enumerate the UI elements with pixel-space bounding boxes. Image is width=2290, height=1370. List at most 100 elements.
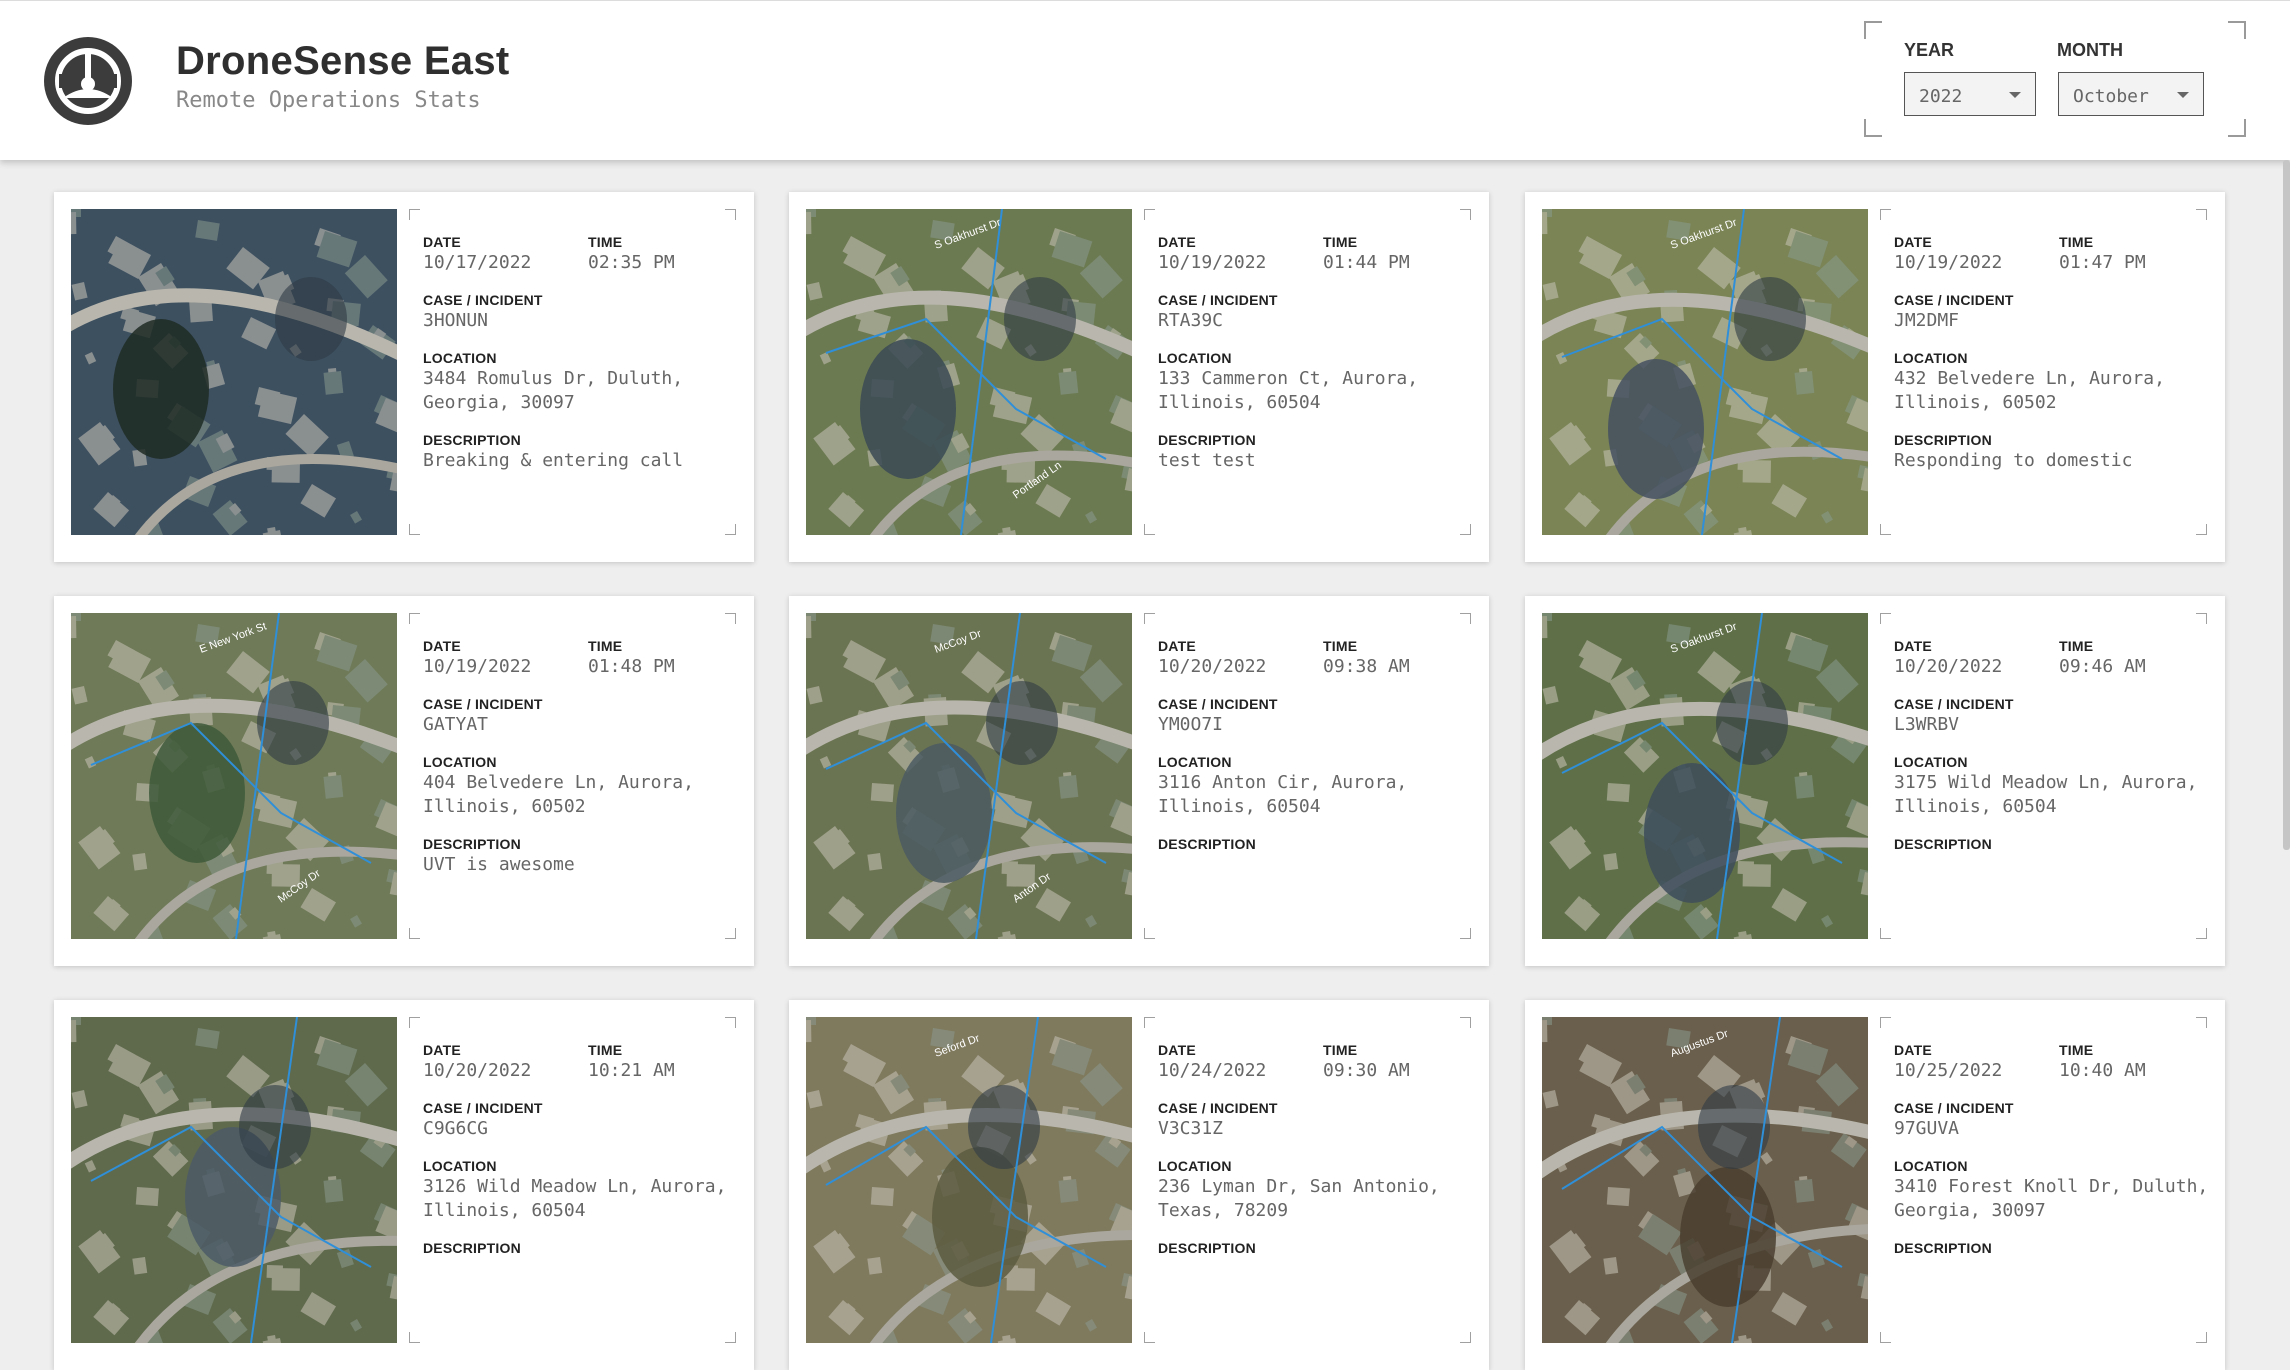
incident-date: 10/24/2022 (1158, 1060, 1267, 1081)
time-label: TIME (1323, 1042, 1358, 1058)
incident-time: 09:46 AM (2059, 656, 2146, 677)
location-label: LOCATION (1158, 754, 1232, 770)
aerial-map-thumbnail[interactable]: E New York St McCoy Dr (71, 613, 397, 939)
incident-time: 09:38 AM (1323, 656, 1410, 677)
case-label: CASE / INCIDENT (1158, 292, 1278, 308)
date-label: DATE (423, 638, 461, 654)
aerial-map-thumbnail[interactable]: S Oakhurst Dr (1542, 209, 1868, 535)
incident-card[interactable]: DATE TIME 10/17/2022 02:35 PM CASE / INC… (54, 192, 754, 562)
incident-date: 10/20/2022 (1158, 656, 1267, 677)
incident-location: 404 Belvedere Ln, Aurora, Illinois, 6050… (423, 772, 694, 817)
time-label: TIME (2059, 234, 2094, 250)
date-label: DATE (1158, 638, 1196, 654)
incident-card[interactable]: S Oakhurst Dr DATE TIME 10/19/2022 01:47… (1525, 192, 2225, 562)
incident-location: 432 Belvedere Ln, Aurora, Illinois, 6050… (1894, 368, 2165, 413)
case-label: CASE / INCIDENT (1894, 1100, 2014, 1116)
case-id: YM0O7I (1158, 714, 1224, 735)
location-label: LOCATION (1894, 754, 1968, 770)
aerial-map-thumbnail[interactable]: S Oakhurst Dr Portland Ln (806, 209, 1132, 535)
incident-description: Breaking & entering call (423, 450, 684, 471)
location-label: LOCATION (423, 350, 497, 366)
time-label: TIME (588, 234, 623, 250)
location-label: LOCATION (1894, 350, 1968, 366)
aerial-map-thumbnail[interactable] (71, 1017, 397, 1343)
case-id: JM2DMF (1894, 310, 1960, 331)
description-label: DESCRIPTION (423, 432, 521, 448)
incident-details: DATE TIME 10/20/2022 09:38 AM CASE / INC… (1144, 613, 1471, 939)
incident-date: 10/19/2022 (423, 656, 532, 677)
incident-time: 10:21 AM (588, 1060, 675, 1081)
incident-card[interactable]: Seford Dr DATE TIME 10/24/2022 09:30 AM … (789, 1000, 1489, 1370)
case-label: CASE / INCIDENT (423, 1100, 543, 1116)
time-label: TIME (2059, 638, 2094, 654)
location-label: LOCATION (1158, 1158, 1232, 1174)
incident-time: 01:47 PM (2059, 252, 2146, 273)
incident-card[interactable]: S Oakhurst Dr DATE TIME 10/20/2022 09:46… (1525, 596, 2225, 966)
case-id: C9G6CG (423, 1118, 489, 1139)
incident-date: 10/19/2022 (1158, 252, 1267, 273)
incident-time: 01:44 PM (1323, 252, 1410, 273)
date-label: DATE (1158, 234, 1196, 250)
year-select-value: 2022 (1919, 86, 1963, 107)
incident-date: 10/25/2022 (1894, 1060, 2003, 1081)
aerial-map-thumbnail[interactable]: Augustus Dr (1542, 1017, 1868, 1343)
incident-details: DATE TIME 10/20/2022 09:46 AM CASE / INC… (1880, 613, 2207, 939)
description-label: DESCRIPTION (1894, 1240, 1992, 1256)
incident-card[interactable]: Augustus Dr DATE TIME 10/25/2022 10:40 A… (1525, 1000, 2225, 1370)
description-label: DESCRIPTION (1158, 836, 1256, 852)
incident-details: DATE TIME 10/19/2022 01:48 PM CASE / INC… (409, 613, 736, 939)
app-title: DroneSense East (176, 39, 510, 83)
date-label: DATE (1894, 1042, 1932, 1058)
page-scrollbar[interactable] (2283, 160, 2290, 850)
incident-location: 236 Lyman Dr, San Antonio, Texas, 78209 (1158, 1176, 1440, 1221)
case-id: RTA39C (1158, 310, 1224, 331)
month-select[interactable]: October (2058, 72, 2204, 116)
incident-location: 3410 Forest Knoll Dr, Duluth, Georgia, 3… (1894, 1176, 2209, 1221)
incident-date: 10/20/2022 (1894, 656, 2003, 677)
case-label: CASE / INCIDENT (1158, 1100, 1278, 1116)
incident-location: 133 Cammeron Ct, Aurora, Illinois, 60504 (1158, 368, 1419, 413)
incident-location: 3484 Romulus Dr, Duluth, Georgia, 30097 (423, 368, 684, 413)
date-filter-panel: YEAR 2022 MONTH October (1864, 21, 2246, 137)
year-select[interactable]: 2022 (1904, 72, 2036, 116)
description-label: DESCRIPTION (1158, 1240, 1256, 1256)
aerial-map-thumbnail[interactable] (71, 209, 397, 535)
incident-details: DATE TIME 10/20/2022 10:21 AM CASE / INC… (409, 1017, 736, 1343)
description-label: DESCRIPTION (1894, 432, 1992, 448)
incident-date: 10/17/2022 (423, 252, 532, 273)
chevron-down-icon (2009, 92, 2021, 98)
incident-location: 3175 Wild Meadow Ln, Aurora, Illinois, 6… (1894, 772, 2198, 817)
time-label: TIME (588, 1042, 623, 1058)
aerial-map-thumbnail[interactable]: McCoy Dr Anton Dr (806, 613, 1132, 939)
month-select-value: October (2073, 86, 2149, 107)
date-label: DATE (1158, 1042, 1196, 1058)
date-label: DATE (1894, 638, 1932, 654)
incident-time: 01:48 PM (588, 656, 675, 677)
incident-description: Responding to domestic (1894, 450, 2133, 471)
app-subtitle: Remote Operations Stats (176, 88, 481, 113)
date-label: DATE (423, 234, 461, 250)
dronesense-logo-icon (44, 37, 132, 125)
chevron-down-icon (2177, 92, 2189, 98)
incident-location: 3116 Anton Cir, Aurora, Illinois, 60504 (1158, 772, 1408, 817)
description-label: DESCRIPTION (1894, 836, 1992, 852)
case-id: GATYAT (423, 714, 489, 735)
incident-details: DATE TIME 10/24/2022 09:30 AM CASE / INC… (1144, 1017, 1471, 1343)
incident-card[interactable]: E New York St McCoy Dr DATE TIME 10/19/2… (54, 596, 754, 966)
incident-details: DATE TIME 10/19/2022 01:44 PM CASE / INC… (1144, 209, 1471, 535)
case-label: CASE / INCIDENT (1894, 696, 2014, 712)
time-label: TIME (588, 638, 623, 654)
incident-card[interactable]: DATE TIME 10/20/2022 10:21 AM CASE / INC… (54, 1000, 754, 1370)
case-label: CASE / INCIDENT (1894, 292, 2014, 308)
incident-details: DATE TIME 10/19/2022 01:47 PM CASE / INC… (1880, 209, 2207, 535)
case-id: V3C31Z (1158, 1118, 1224, 1139)
case-id: 3HONUN (423, 310, 489, 331)
aerial-map-thumbnail[interactable]: S Oakhurst Dr (1542, 613, 1868, 939)
incident-description: test test (1158, 450, 1256, 471)
description-label: DESCRIPTION (423, 1240, 521, 1256)
aerial-map-thumbnail[interactable]: Seford Dr (806, 1017, 1132, 1343)
location-label: LOCATION (423, 754, 497, 770)
incident-card[interactable]: McCoy Dr Anton Dr DATE TIME 10/20/2022 0… (789, 596, 1489, 966)
case-id: 97GUVA (1894, 1118, 1960, 1139)
incident-card[interactable]: S Oakhurst Dr Portland Ln DATE TIME 10/1… (789, 192, 1489, 562)
